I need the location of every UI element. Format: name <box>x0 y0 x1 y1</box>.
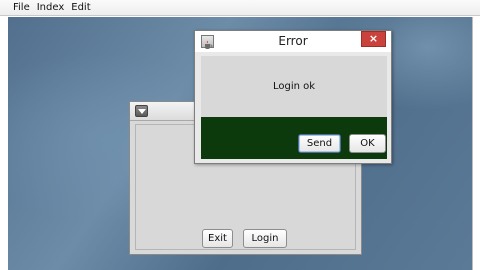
send-button[interactable]: Send <box>298 134 341 153</box>
error-dialog: Error × Login ok Send OK <box>194 30 392 164</box>
ok-button[interactable]: OK <box>349 134 386 153</box>
menu-edit[interactable]: Edit <box>71 0 90 16</box>
right-margin <box>472 17 480 270</box>
left-margin <box>0 17 8 270</box>
dialog-message: Login ok <box>272 81 316 92</box>
menu-bar: File Index Edit <box>0 0 480 16</box>
error-dialog-titlebar[interactable]: Error × <box>195 31 391 52</box>
triangle-down-icon[interactable] <box>135 105 148 117</box>
button-panel: Send OK <box>201 117 387 159</box>
menu-file[interactable]: File <box>13 0 30 16</box>
message-area: Login ok <box>201 56 387 117</box>
close-icon[interactable]: × <box>361 31 386 47</box>
menu-index[interactable]: Index <box>37 0 65 16</box>
login-button[interactable]: Login <box>243 229 287 248</box>
exit-button[interactable]: Exit <box>202 229 233 248</box>
